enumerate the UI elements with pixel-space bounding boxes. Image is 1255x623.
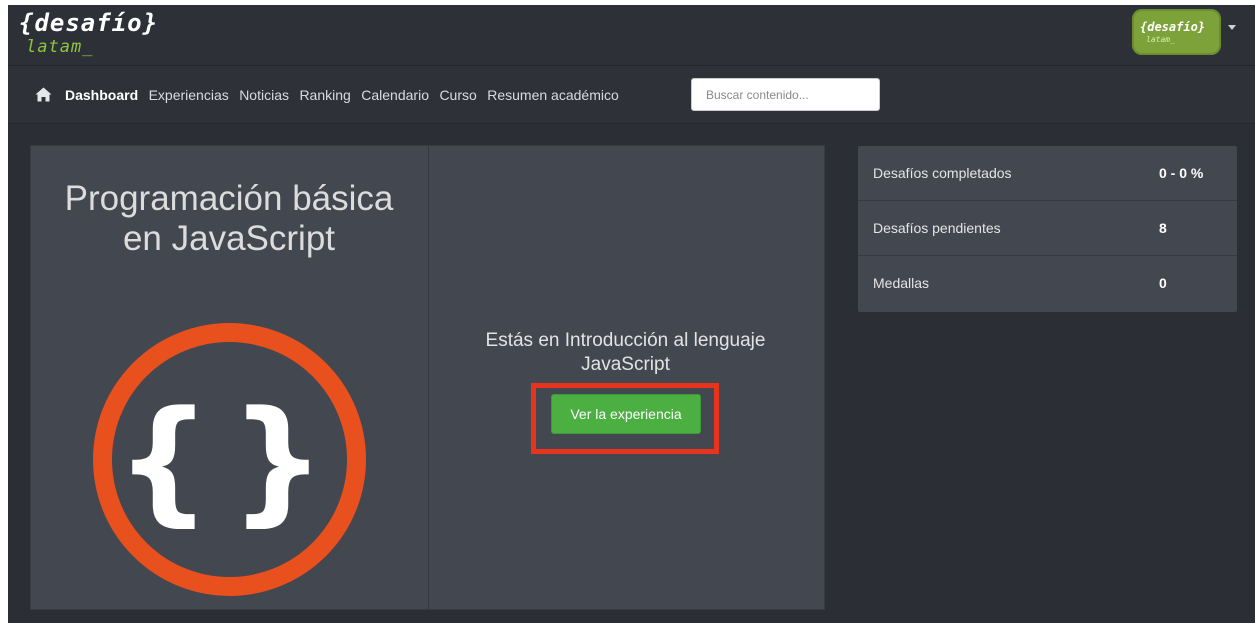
nav-item-experiencias[interactable]: Experiencias [149,87,229,103]
avatar-logo-subtext: latam_ [1146,35,1175,44]
stat-row-pending: Desafíos pendientes 8 [858,201,1237,256]
search-input[interactable] [691,78,880,111]
stat-label: Desafíos completados [873,165,1012,181]
nav-item-noticias[interactable]: Noticias [239,87,289,103]
curly-braces-icon: {} [93,323,366,596]
stat-row-completed: Desafíos completados 0 - 0 % [858,146,1237,201]
stat-row-medals: Medallas 0 [858,256,1237,312]
nav-item-dashboard[interactable]: Dashboard [65,87,138,103]
nav-links: Dashboard Experiencias Noticias Ranking … [65,86,625,104]
logo[interactable]: {desafío} [19,10,158,36]
top-header: {desafío} latam_ {desafío} latam_ [8,5,1255,66]
card-divider [428,146,429,609]
course-card: Programación básica en JavaScript {} Est… [30,145,825,610]
stat-value: 0 [1159,275,1167,291]
course-title: Programación básica en JavaScript [64,179,394,258]
stats-panel: Desafíos completados 0 - 0 % Desafíos pe… [858,146,1237,312]
current-module-text: Estás en Introducción al lenguaje JavaSc… [485,330,766,375]
view-experience-button[interactable]: Ver la experiencia [551,394,701,434]
home-icon[interactable] [35,87,52,102]
nav-item-resumen-academico[interactable]: Resumen académico [487,87,619,103]
app-window: {desafío} latam_ {desafío} latam_ Dashbo… [8,5,1255,623]
main-nav: Dashboard Experiencias Noticias Ranking … [8,66,1255,124]
stat-value: 0 - 0 % [1159,165,1204,181]
caret-down-icon[interactable] [1228,25,1236,30]
logo-subtitle: latam_ [26,37,94,57]
avatar-logo-text: {desafío} [1140,20,1206,34]
svg-text:{}: {} [115,382,343,539]
nav-item-ranking[interactable]: Ranking [299,87,350,103]
user-avatar[interactable]: {desafío} latam_ [1132,9,1221,55]
nav-item-curso[interactable]: Curso [439,87,476,103]
nav-item-calendario[interactable]: Calendario [361,87,429,103]
stat-label: Medallas [873,275,930,291]
stat-value: 8 [1159,220,1167,236]
stat-label: Desafíos pendientes [873,220,1001,236]
